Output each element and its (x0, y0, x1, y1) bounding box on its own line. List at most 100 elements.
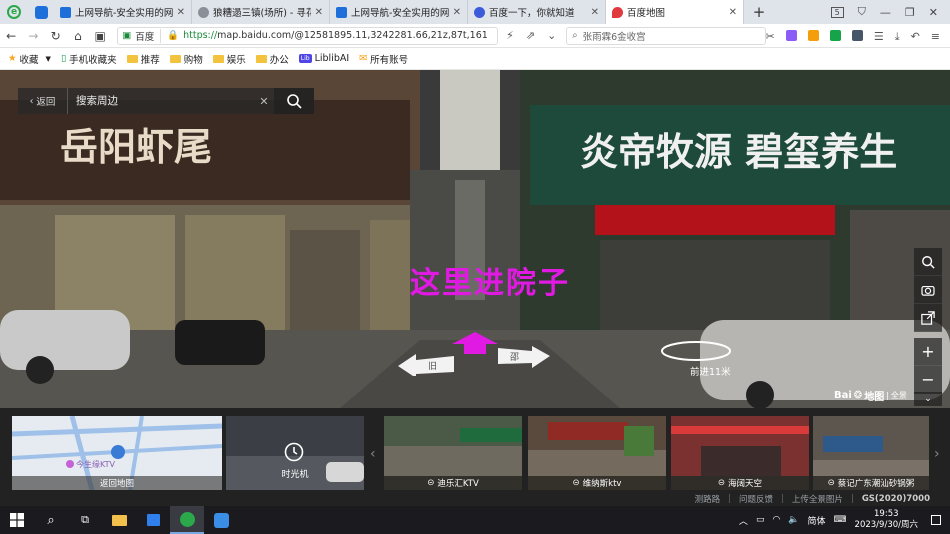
tab-count-badge[interactable]: 5 (830, 6, 844, 18)
bookmark-shopping[interactable]: 购物 (169, 52, 203, 66)
forward-icon[interactable]: → (22, 29, 44, 43)
shirt-icon[interactable]: ⛉ (858, 5, 866, 19)
browser-logo-icon[interactable]: e (0, 0, 28, 24)
file-explorer-icon[interactable] (102, 506, 136, 534)
ext-green-icon[interactable] (829, 30, 841, 41)
bookmark-office[interactable]: 办公 (255, 52, 289, 66)
back-to-map-thumbnail[interactable]: 今生缘KTV 返回地图 (12, 416, 222, 490)
notification-icon[interactable] (926, 506, 946, 534)
back-button[interactable]: ‹ 返回 (18, 88, 68, 114)
left-nav-arrow[interactable]: 旧 (398, 352, 454, 376)
panorama-thumbnail[interactable]: ⊝ 迪乐汇KTV (384, 416, 522, 490)
undo-icon[interactable]: ↶ (911, 30, 920, 43)
close-icon[interactable]: ✕ (315, 7, 323, 18)
chevron-down-icon[interactable]: ⌄ (547, 29, 556, 42)
tab-3[interactable]: 百度一下，你就知道 ✕ (468, 0, 606, 24)
forward-nav-arrow[interactable] (452, 332, 498, 354)
close-icon[interactable]: ✕ (591, 7, 599, 18)
wifi-icon[interactable]: ◠ (772, 515, 780, 525)
panorama-thumbnail[interactable]: ⊝ 蔡记广东潮汕砂锅粥 (813, 416, 929, 490)
ext-grid-icon[interactable] (851, 30, 863, 41)
close-icon[interactable]: ✕ (453, 7, 461, 18)
more-icon[interactable]: ≡ (931, 30, 940, 43)
keyboard-icon[interactable]: ⌨ (834, 515, 847, 525)
briefcase-icon[interactable]: ▣ (89, 29, 111, 43)
footer-link[interactable]: 上传全景图片 (792, 493, 843, 505)
task-view-icon[interactable]: ⧉ (68, 506, 102, 534)
volume-icon[interactable]: 🔈 (788, 515, 799, 525)
ime-indicator[interactable]: 简体 (808, 514, 826, 527)
annotation-text: 这里进院子 (410, 266, 570, 301)
map-place-label: 今生缘KTV (76, 460, 115, 469)
close-icon[interactable]: ✕ (729, 7, 737, 18)
forward-ring-marker[interactable] (660, 340, 732, 362)
network-icon[interactable]: ▭ (756, 515, 765, 525)
home-icon[interactable]: ⌂ (67, 29, 89, 43)
bookmark-recommend[interactable]: 推荐 (126, 52, 160, 66)
time-machine-thumbnail[interactable]: 时光机 (226, 416, 364, 490)
panorama-thumbnail[interactable]: ⊝ 海阔天空 (671, 416, 809, 490)
chevron-up-icon[interactable]: ︿ (739, 514, 748, 527)
bookmark-liblib[interactable]: Lib LiblibAI (298, 53, 349, 64)
lightning-icon[interactable]: ⚡ (506, 29, 514, 42)
app-taskbar-icon[interactable] (204, 506, 238, 534)
chevron-down-icon: ⌄ (924, 394, 932, 404)
bookmark-mobile[interactable]: ▯ 手机收藏夹 (61, 52, 117, 66)
minimize-icon[interactable]: — (880, 6, 891, 19)
search-tool-button[interactable] (914, 248, 942, 276)
tab-2[interactable]: 上网导航-安全实用的网址 ✕ (330, 0, 468, 24)
new-tab-button[interactable]: + (744, 0, 774, 24)
svg-text:岳阳虾尾: 岳阳虾尾 (60, 124, 212, 169)
system-tray: ︿ ▭ ◠ 🔈 简体 ⌨ 19:53 2023/9/30/周六 (739, 506, 950, 534)
tab-favicon-icon (336, 6, 347, 18)
footer-link[interactable]: 问题反馈 (739, 493, 773, 505)
panorama-thumbnail[interactable]: ⊝ 维纳斯ktv (528, 416, 666, 490)
search-button[interactable] (274, 88, 314, 114)
zoom-out-button[interactable]: − (914, 366, 942, 394)
share-button[interactable] (914, 304, 942, 332)
phone-icon: ▯ (60, 53, 67, 64)
reload-icon[interactable]: ↻ (45, 29, 67, 43)
street-view-panorama[interactable]: 岳阳虾尾 炎帝牧源 碧玺养生 ‹返回 ✕ 这里进院子 旧 邵 前进11米 Bai… (0, 70, 950, 408)
clock[interactable]: 19:53 2023/9/30/周六 (855, 509, 918, 531)
chevron-down-icon: ▼ (45, 54, 51, 63)
star-icon: ★ (8, 53, 17, 64)
tab-0[interactable]: 上网导航-安全实用的网址 ✕ (54, 0, 192, 24)
menu-icon[interactable]: ☰ (874, 30, 884, 43)
browser-taskbar-icon[interactable] (170, 506, 204, 534)
store-icon[interactable] (136, 506, 170, 534)
window-close-icon[interactable]: ✕ (929, 6, 938, 19)
clock-date: 2023/9/30/周六 (854, 520, 918, 530)
scissors-icon[interactable]: ✂ (766, 30, 775, 43)
search-input[interactable]: ⌕ 张雨霖6金收宫 (566, 26, 766, 45)
tab-4-active[interactable]: 百度地图 ✕ (606, 0, 744, 24)
download-icon[interactable]: ⤓ (895, 30, 900, 43)
url-extra-tools: ⚡ ⇗ ⌄ (506, 29, 556, 42)
baidu-map-logo: Bai ❂ 地图 | 全景 (834, 390, 907, 403)
footer-link[interactable]: 测路路 (695, 493, 721, 505)
back-icon[interactable]: ← (0, 29, 22, 43)
close-icon[interactable]: ✕ (177, 7, 185, 18)
shield-icon[interactable] (28, 0, 54, 24)
ext-fox-icon[interactable] (807, 30, 819, 41)
baidu-paw-icon (474, 6, 485, 18)
zoom-in-button[interactable]: + (914, 338, 942, 366)
windows-start-icon[interactable] (0, 506, 34, 534)
bookmark-favorites[interactable]: ★ 收藏 ▼ (8, 52, 51, 66)
chevron-left-icon[interactable]: ‹ (370, 446, 376, 462)
restore-icon[interactable]: ❐ (905, 6, 915, 19)
bookmark-accounts[interactable]: ✉ 所有账号 (359, 52, 408, 66)
camera-button[interactable] (914, 276, 942, 304)
bookmark-entertainment[interactable]: 娱乐 (212, 52, 246, 66)
collapse-button[interactable]: ⌄ (914, 392, 942, 406)
search-icon[interactable]: ⌕ (34, 506, 68, 534)
panorama-icon: ⊝ (572, 478, 580, 488)
clear-icon[interactable]: ✕ (254, 95, 274, 108)
nearby-search-input[interactable] (68, 88, 254, 114)
tab-1[interactable]: 狼糟遢三镇(场所) - 寻花 ✕ (192, 0, 330, 24)
share-icon[interactable]: ⇗ (526, 29, 535, 42)
right-nav-arrow[interactable]: 邵 (498, 346, 550, 368)
chevron-right-icon[interactable]: › (934, 446, 940, 462)
url-field[interactable]: ▣ 百度 🔒 https:// map.baidu.com/@12581895.… (117, 26, 499, 45)
ext-purple-icon[interactable] (785, 30, 797, 41)
